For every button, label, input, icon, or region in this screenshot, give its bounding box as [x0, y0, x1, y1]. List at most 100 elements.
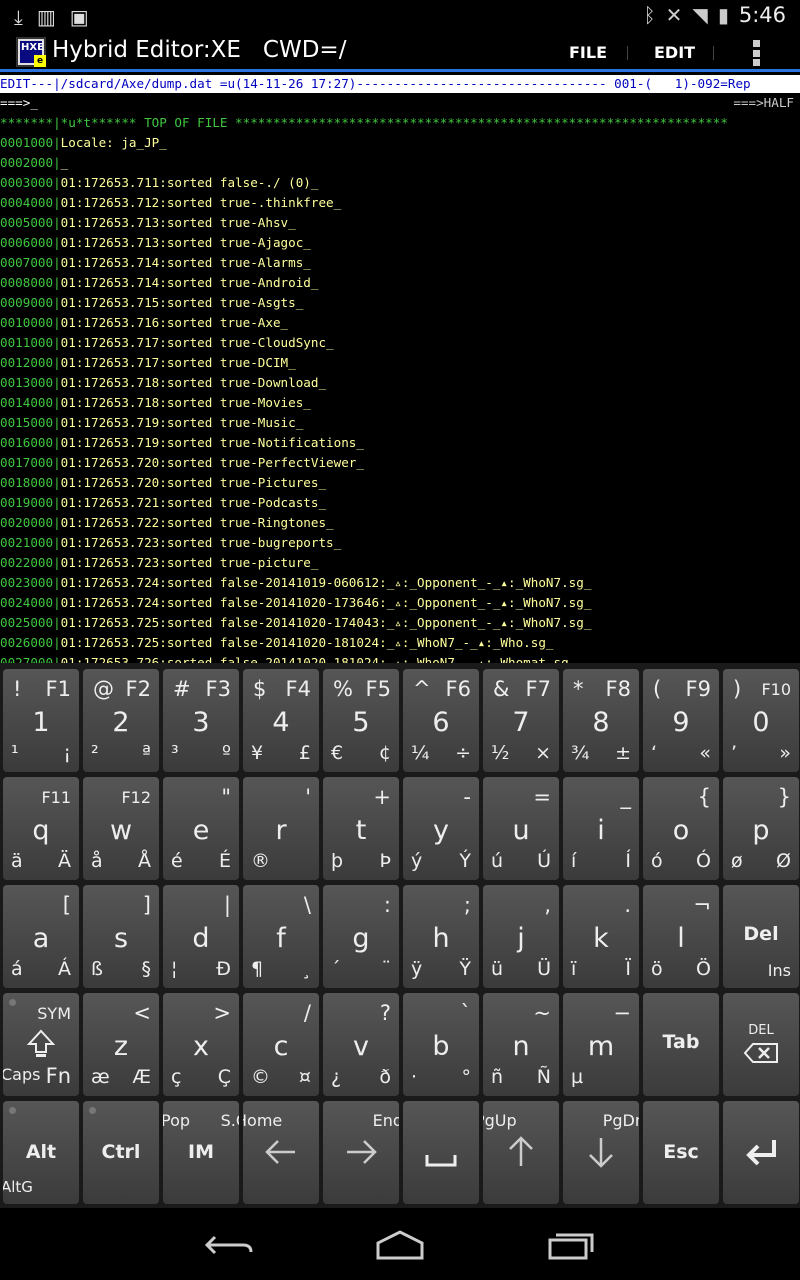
del-key[interactable]: Del Ins	[723, 885, 799, 988]
line-number[interactable]: 0008000	[0, 275, 53, 290]
line-text[interactable]: 01:172653.725:sorted false-20141020-1740…	[61, 615, 592, 630]
editor-line[interactable]: 0013000|01:172653.718:sorted true-Downlo…	[0, 373, 800, 393]
recents-icon[interactable]	[546, 1228, 598, 1262]
key-o[interactable]: {o ó Ó	[643, 777, 719, 880]
editor-line[interactable]: 0017000|01:172653.720:sorted true-Perfec…	[0, 453, 800, 473]
line-text[interactable]: 01:172653.721:sorted true-Podcasts_	[61, 495, 326, 510]
line-number[interactable]: 0022000	[0, 555, 53, 570]
line-text[interactable]: 01:172653.714:sorted true-Android_	[61, 275, 319, 290]
line-text[interactable]: 01:172653.720:sorted true-PerfectViewer_	[61, 455, 364, 470]
line-text[interactable]: 01:172653.726:sorted false-20141020-1810…	[61, 655, 577, 663]
key-d[interactable]: | d ¦ Ð	[163, 885, 239, 988]
tab-key[interactable]: Tab	[643, 993, 719, 1096]
key-j[interactable]: , jü Ü	[483, 885, 559, 988]
key-1[interactable]: ! F1 1 ¹ ¡	[3, 669, 79, 772]
line-number[interactable]: 0007000	[0, 255, 53, 270]
line-number[interactable]: 0019000	[0, 495, 53, 510]
key-z[interactable]: < z æ Æ	[83, 993, 159, 1096]
line-text[interactable]: 01:172653.723:sorted true-picture_	[61, 555, 319, 570]
ctrl-key[interactable]: CtrlAltGS	[83, 1101, 159, 1204]
editor-line[interactable]: 0018000|01:172653.720:sorted true-Pictur…	[0, 473, 800, 493]
editor-line[interactable]: 0016000|01:172653.719:sorted true-Notifi…	[0, 433, 800, 453]
key-l[interactable]: ¬ l ö Ö	[643, 885, 719, 988]
editor-line[interactable]: 0021000|01:172653.723:sorted true-bugrep…	[0, 533, 800, 553]
right-arrow-key[interactable]: End	[323, 1101, 399, 1204]
key-k[interactable]: . kï Ï	[563, 885, 639, 988]
line-number[interactable]: 0001000	[0, 135, 53, 150]
line-number[interactable]: 0027000	[0, 655, 53, 663]
editor-line[interactable]: 0005000|01:172653.713:sorted true-Ahsv_	[0, 213, 800, 233]
editor-line[interactable]: 0009000|01:172653.715:sorted true-Asgts_	[0, 293, 800, 313]
line-text[interactable]: 01:172653.711:sorted false-./ (0)_	[61, 175, 319, 190]
line-number[interactable]: 0017000	[0, 455, 53, 470]
editor-line[interactable]: 0026000|01:172653.725:sorted false-20141…	[0, 633, 800, 653]
line-number[interactable]: 0011000	[0, 335, 53, 350]
line-number[interactable]: 0005000	[0, 215, 53, 230]
key-q[interactable]: F11 q ä Ä	[3, 777, 79, 880]
key-i[interactable]: _ i í Í	[563, 777, 639, 880]
line-text[interactable]: 01:172653.717:sorted true-DCIM_	[61, 355, 296, 370]
editor-line[interactable]: 0025000|01:172653.725:sorted false-20141…	[0, 613, 800, 633]
editor-line[interactable]: 0012000|01:172653.717:sorted true-DCIM_	[0, 353, 800, 373]
editor-line[interactable]: 0022000|01:172653.723:sorted true-pictur…	[0, 553, 800, 573]
line-number[interactable]: 0021000	[0, 535, 53, 550]
line-text[interactable]: 01:172653.724:sorted false-20141019-0606…	[61, 575, 592, 590]
line-text[interactable]: 01:172653.720:sorted true-Pictures_	[61, 475, 326, 490]
edit-menu-button[interactable]: EDIT	[654, 43, 695, 62]
line-text[interactable]: 01:172653.719:sorted true-Music_	[61, 415, 304, 430]
editor-line[interactable]: 0007000|01:172653.714:sorted true-Alarms…	[0, 253, 800, 273]
line-text[interactable]: 01:172653.714:sorted true-Alarms_	[61, 255, 311, 270]
overflow-menu-icon[interactable]	[753, 40, 761, 66]
line-number[interactable]: 0018000	[0, 475, 53, 490]
line-number[interactable]: 0020000	[0, 515, 53, 530]
key-0[interactable]: ) F10 0 ’ »	[723, 669, 799, 772]
line-number[interactable]: 0016000	[0, 435, 53, 450]
key-g[interactable]: : g ´ ¨	[323, 885, 399, 988]
key-y[interactable]: -yý Ý	[403, 777, 479, 880]
editor-line[interactable]: 0001000|Locale: ja_JP_	[0, 133, 800, 153]
shift-key[interactable]: SYM Caps Fn	[3, 993, 79, 1096]
line-text[interactable]: Locale: ja_JP_	[61, 135, 167, 150]
line-text[interactable]: 01:172653.722:sorted true-Ringtones_	[61, 515, 334, 530]
up-arrow-key[interactable]: PgUp	[483, 1101, 559, 1204]
line-text[interactable]: 01:172653.718:sorted true-Download_	[61, 375, 326, 390]
down-arrow-key[interactable]: PgDn	[563, 1101, 639, 1204]
line-number[interactable]: 0026000	[0, 635, 53, 650]
line-number[interactable]: 0023000	[0, 575, 53, 590]
key-t[interactable]: + t þ Þ	[323, 777, 399, 880]
line-number[interactable]: 0025000	[0, 615, 53, 630]
editor-line[interactable]: 0023000|01:172653.724:sorted false-20141…	[0, 573, 800, 593]
line-number[interactable]: 0010000	[0, 315, 53, 330]
editor-line[interactable]: 0002000|_	[0, 153, 800, 173]
app-logo-icon[interactable]: HXE e	[16, 37, 46, 67]
key-3[interactable]: # F3 3 ³ º	[163, 669, 239, 772]
alt-key[interactable]: Alt AltG	[3, 1101, 79, 1204]
editor-line[interactable]: 0020000|01:172653.722:sorted true-Ringto…	[0, 513, 800, 533]
home-icon[interactable]	[374, 1228, 426, 1262]
key-9[interactable]: (F9 9 ‘ «	[643, 669, 719, 772]
editor-line[interactable]: 0010000|01:172653.716:sorted true-Axe_	[0, 313, 800, 333]
line-text[interactable]: 01:172653.713:sorted true-Ajagoc_	[61, 235, 311, 250]
key-h[interactable]: ; h ÿ Ÿ	[403, 885, 479, 988]
key-6[interactable]: ^ F6 6 ¼ ÷	[403, 669, 479, 772]
editor-line[interactable]: 0019000|01:172653.721:sorted true-Podcas…	[0, 493, 800, 513]
key-8[interactable]: * F8 8 ¾ ±	[563, 669, 639, 772]
line-text[interactable]: 01:172653.725:sorted false-20141020-1810…	[61, 635, 554, 650]
key-r[interactable]: ' r ®	[243, 777, 319, 880]
space-key[interactable]	[403, 1101, 479, 1204]
line-text[interactable]: _	[61, 155, 69, 170]
enter-key[interactable]	[723, 1101, 799, 1204]
editor-line[interactable]: 0024000|01:172653.724:sorted false-20141…	[0, 593, 800, 613]
line-text[interactable]: 01:172653.717:sorted true-CloudSync_	[61, 335, 334, 350]
editor-lines[interactable]: *******|*u*t****** TOP OF FILE *********…	[0, 113, 800, 663]
key-x[interactable]: > x ç Ç	[163, 993, 239, 1096]
line-number[interactable]: 0024000	[0, 595, 53, 610]
line-number[interactable]: 0004000	[0, 195, 53, 210]
line-number[interactable]: 0003000	[0, 175, 53, 190]
key-n[interactable]: ~ n ñ Ñ	[483, 993, 559, 1096]
line-number[interactable]: 0013000	[0, 375, 53, 390]
key-a[interactable]: [a á Á	[3, 885, 79, 988]
line-number[interactable]: 0015000	[0, 415, 53, 430]
editor-line[interactable]: 0004000|01:172653.712:sorted true-.think…	[0, 193, 800, 213]
line-text[interactable]: *u*t****** TOP OF FILE *****************…	[61, 115, 728, 130]
